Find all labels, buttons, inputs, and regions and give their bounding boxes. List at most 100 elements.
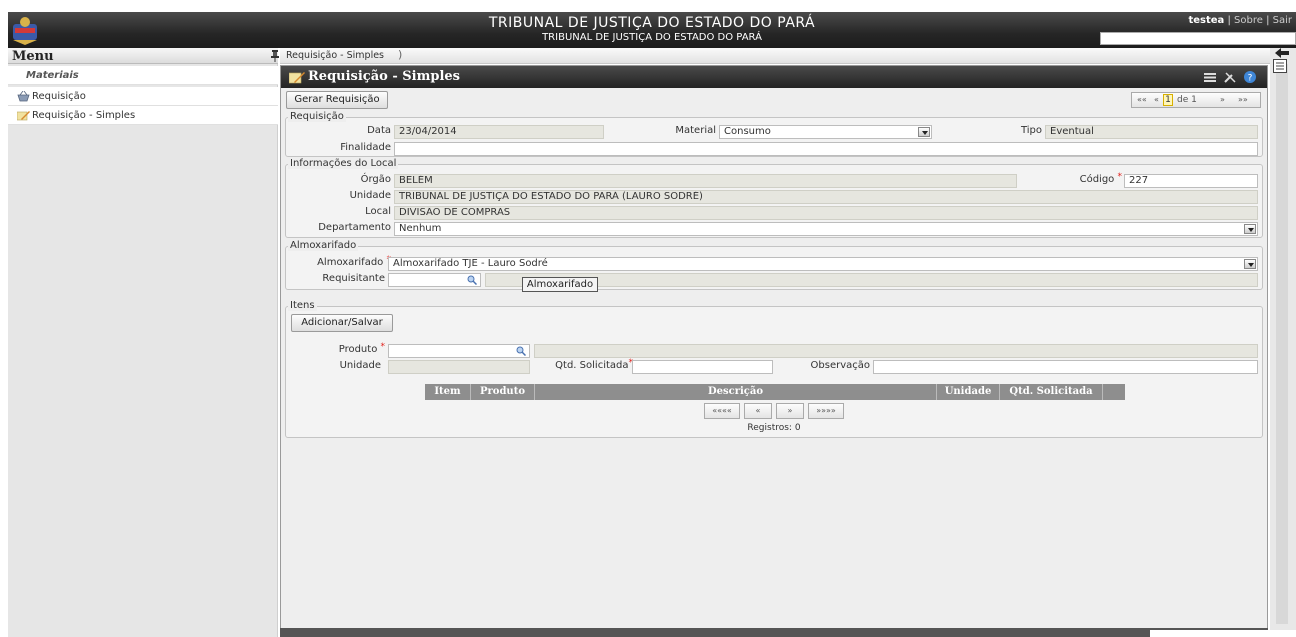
tools-icon[interactable] — [1223, 70, 1237, 84]
observacao-input[interactable] — [873, 360, 1258, 374]
gerar-requisicao-button[interactable]: Gerar Requisição — [286, 91, 388, 109]
top-strip — [0, 0, 1296, 12]
col-unidade[interactable]: Unidade — [937, 384, 1000, 400]
pager-next-button[interactable]: » — [776, 403, 804, 419]
produto-desc-field — [534, 344, 1258, 358]
col-item[interactable]: Item — [425, 384, 471, 400]
finalidade-label: Finalidade — [340, 142, 391, 153]
pin-icon[interactable] — [270, 50, 280, 62]
produto-input[interactable] — [388, 344, 530, 358]
itens-legend: Itens — [288, 300, 317, 311]
orgao-label: Órgão — [360, 174, 391, 185]
qtd-label: Qtd. Solicitada* — [538, 358, 633, 371]
header-title: TRIBUNAL DE JUSTIÇA DO ESTADO DO PARÁ — [488, 15, 816, 31]
tipo-field[interactable]: Eventual — [1045, 125, 1258, 139]
material-select[interactable]: Consumo — [719, 125, 932, 139]
app-frame: TRIBUNAL DE JUSTIÇA DO ESTADO DO PARÁ TR… — [0, 0, 1296, 637]
adicionar-salvar-button[interactable]: Adicionar/Salvar — [291, 314, 393, 332]
svg-text:?: ? — [1248, 74, 1253, 84]
basket-icon — [17, 91, 30, 102]
almoxarifado-select[interactable]: Almoxarifado TJE - Lauro Sodré — [388, 257, 1258, 271]
pager-last-button[interactable]: »»»» — [808, 403, 844, 419]
pager-prev-button[interactable]: « — [744, 403, 772, 419]
local-legend: Informações do Local — [288, 158, 399, 169]
sidebar-item-label: Requisição - Simples — [32, 110, 136, 121]
search-icon[interactable] — [516, 346, 526, 356]
sobre-link[interactable]: Sobre — [1234, 15, 1263, 26]
breadcrumb[interactable]: Requisição - Simples — [286, 50, 384, 61]
produto-label-text: Produto — [338, 344, 378, 355]
chevron-down-icon[interactable] — [918, 127, 930, 137]
main-panel: Requisição - Simples ? Gerar Requisição … — [280, 65, 1268, 630]
unidade-field[interactable]: TRIBUNAL DE JUSTIÇA DO ESTADO DO PARÁ (L… — [394, 190, 1258, 204]
almoxarifado-legend: Almoxarifado — [288, 240, 359, 251]
pager-first-button[interactable]: «««« — [704, 403, 740, 419]
data-label: Data — [367, 125, 391, 136]
requisitante-label: Requisitante — [322, 273, 385, 284]
breadcrumb-arrow-icon: ) — [398, 48, 403, 61]
qtd-input[interactable] — [632, 360, 773, 374]
local-field[interactable]: DIVISÃO DE COMPRAS — [394, 206, 1258, 220]
unidade-item-label: Unidade — [339, 360, 381, 371]
pencil-icon — [17, 111, 30, 121]
chevron-down-icon[interactable] — [1244, 259, 1256, 269]
tipo-label: Tipo — [1020, 125, 1042, 136]
pencil-icon — [289, 72, 305, 84]
registros-count: Registros: 0 — [747, 423, 801, 433]
sidebar-item-requisicao[interactable]: Requisição — [8, 87, 278, 106]
pager-prev-button[interactable]: « — [1154, 93, 1159, 107]
almoxarifado-label-text: Almoxarifado — [317, 257, 384, 268]
items-table-header: Item Produto Descrição Unidade Qtd. Soli… — [425, 384, 1125, 400]
user-name[interactable]: testea — [1188, 15, 1224, 26]
list-icon[interactable] — [1273, 59, 1287, 73]
pager-page-input[interactable]: 1 — [1163, 94, 1173, 106]
top-pager: «« « 1 de 1 » »» — [1131, 92, 1261, 108]
user-links: testea | Sobre | Sair — [1188, 15, 1292, 26]
separator: | — [1266, 15, 1270, 26]
menu-icon[interactable] — [1203, 70, 1217, 84]
panel-title-bar: Requisição - Simples ? — [281, 66, 1267, 88]
almoxarifado-value: Almoxarifado TJE - Lauro Sodré — [393, 258, 548, 269]
pager-next-button[interactable]: » — [1220, 93, 1225, 107]
menu-title: Menu — [12, 49, 54, 64]
unidade-item-field — [388, 360, 530, 374]
requisicao-fieldset: Requisição Data 23/04/2014 Material Cons… — [285, 111, 1263, 157]
menu-header: Menu — [8, 48, 280, 64]
breadcrumb-bar: Requisição - Simples ) — [280, 48, 1270, 64]
codigo-label-text: Código — [1079, 174, 1115, 185]
bottom-bar — [280, 628, 1268, 637]
departamento-label: Departamento — [318, 222, 391, 233]
codigo-input[interactable]: 227 — [1124, 174, 1258, 188]
data-field[interactable]: 23/04/2014 — [394, 125, 604, 139]
sidebar-item-label: Requisição — [32, 91, 86, 102]
col-qtd-solicitada[interactable]: Qtd. Solicitada — [1000, 384, 1103, 400]
itens-fieldset: Itens Adicionar/Salvar Produto * Unidade… — [285, 300, 1263, 438]
material-value: Consumo — [724, 126, 771, 137]
orgao-field[interactable]: BELÉM — [394, 174, 1017, 188]
unidade-label: Unidade — [349, 190, 391, 201]
departamento-value: Nenhum — [399, 223, 442, 234]
header-search-input[interactable] — [1100, 32, 1296, 45]
observacao-label: Observação — [810, 360, 870, 371]
pager-last-button[interactable]: »» — [1238, 93, 1248, 107]
departamento-select[interactable]: Nenhum — [394, 222, 1258, 236]
sidebar: Materiais Requisição Requisição - Simple… — [8, 64, 278, 637]
chevron-down-icon[interactable] — [1244, 224, 1256, 234]
col-produto[interactable]: Produto — [471, 384, 535, 400]
required-marker: * — [380, 342, 386, 352]
pager-first-button[interactable]: «« — [1137, 93, 1147, 107]
material-label: Material — [675, 125, 716, 136]
col-descricao[interactable]: Descrição — [535, 384, 937, 400]
help-icon[interactable]: ? — [1243, 70, 1257, 84]
collapse-arrow-icon[interactable] — [1275, 48, 1289, 58]
sidebar-section-materiais[interactable]: Materiais — [8, 66, 278, 85]
sidebar-item-requisicao-simples[interactable]: Requisição - Simples — [8, 106, 278, 125]
requisitante-name-field — [485, 273, 1258, 287]
scrollbar[interactable] — [1276, 64, 1288, 624]
search-icon[interactable] — [467, 275, 477, 285]
sair-link[interactable]: Sair — [1273, 15, 1292, 26]
almoxarifado-fieldset: Almoxarifado Almoxarifado * Almoxarifado… — [285, 240, 1263, 292]
required-marker: * — [1117, 172, 1123, 182]
finalidade-input[interactable] — [394, 142, 1258, 156]
codigo-label: Código * — [1056, 172, 1123, 185]
